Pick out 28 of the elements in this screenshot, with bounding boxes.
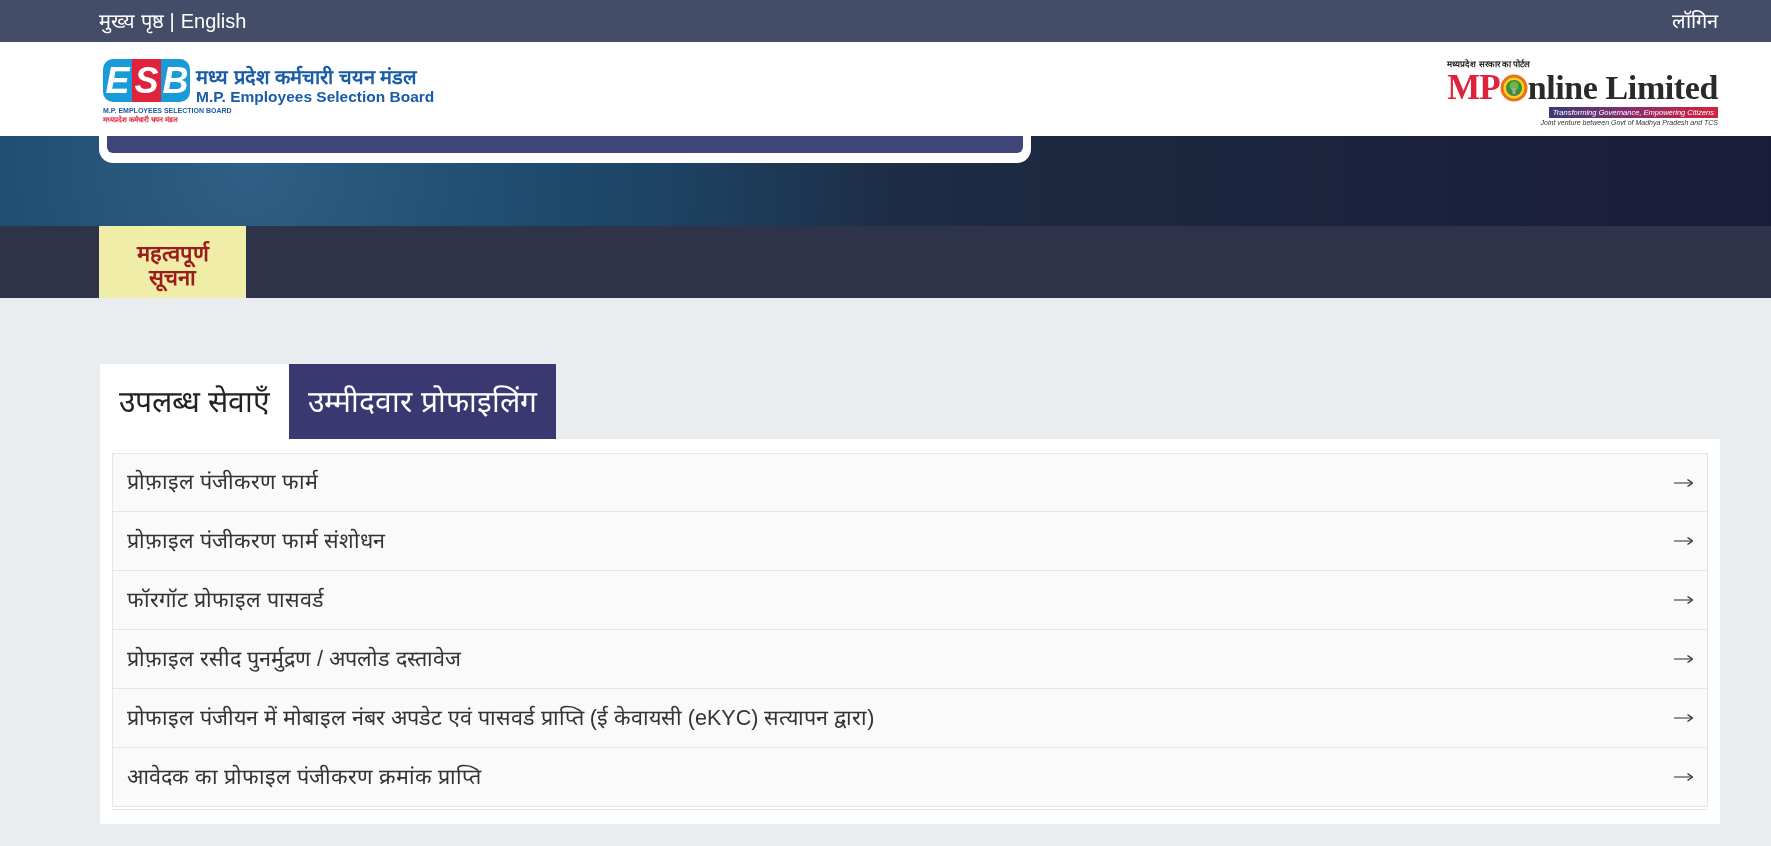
login-link[interactable]: लॉगिन [1672, 6, 1718, 36]
top-nav-link[interactable]: मुख्य पृष्ठ [99, 6, 164, 36]
arrow-right-icon [1674, 595, 1693, 605]
emblem-icon [1499, 73, 1528, 102]
arrow-right-icon [1674, 477, 1693, 488]
portal-overline: मध्यप्रदेश सरकार का पोर्टल [1447, 59, 1531, 70]
service-link[interactable]: प्रोफ़ाइल पंजीकरण फार्म संशोधन [112, 512, 1708, 571]
board-name-hindi: मध्य प्रदेश कर्मचारी चयन मंडल [196, 67, 419, 88]
top-nav-link[interactable]: English [180, 6, 247, 36]
arrow-right-icon [1674, 772, 1693, 782]
logo-letter: B [161, 59, 190, 102]
service-tab[interactable]: उपलब्ध सेवाएँ [100, 364, 290, 439]
arrow-right-icon [1674, 654, 1693, 664]
notice-tab[interactable]: महत्वपूर्ण सूचना [99, 226, 246, 298]
service-link[interactable]: प्रोफ़ाइल पंजीकरण फार्म [112, 453, 1708, 512]
logo-letter: E [103, 59, 132, 102]
service-link[interactable]: फॉरगॉट प्रोफाइल पासवर्ड [112, 571, 1708, 630]
arrow-right-icon [1674, 713, 1693, 723]
service-tab[interactable]: उम्मीदवार प्रोफाइलिंग [289, 364, 556, 439]
logo-mark: MP [1447, 70, 1500, 105]
service-link[interactable]: प्रोफ़ाइल रसीद पुनर्मुद्रण / अपलोड दस्तावेज [112, 630, 1708, 689]
logo-letter: S [132, 59, 161, 102]
service-link[interactable]: प्रोफाइल पंजीयन में मोबाइल नंबर अपडेट एवं पासवर्ड प्राप्ति (ई केवायसी (eKYC) सत्यापन द्वारा) [112, 689, 1708, 748]
board-name-english: M.P. Employees Selection Board [196, 88, 435, 106]
logo-wordmark: nline Limited [1527, 70, 1718, 105]
service-link[interactable]: आवेदक का प्रोफाइल पंजीकरण क्रमांक प्राप्ति [112, 748, 1708, 807]
link-separator: | [169, 9, 175, 34]
arrow-right-icon [1674, 536, 1693, 546]
